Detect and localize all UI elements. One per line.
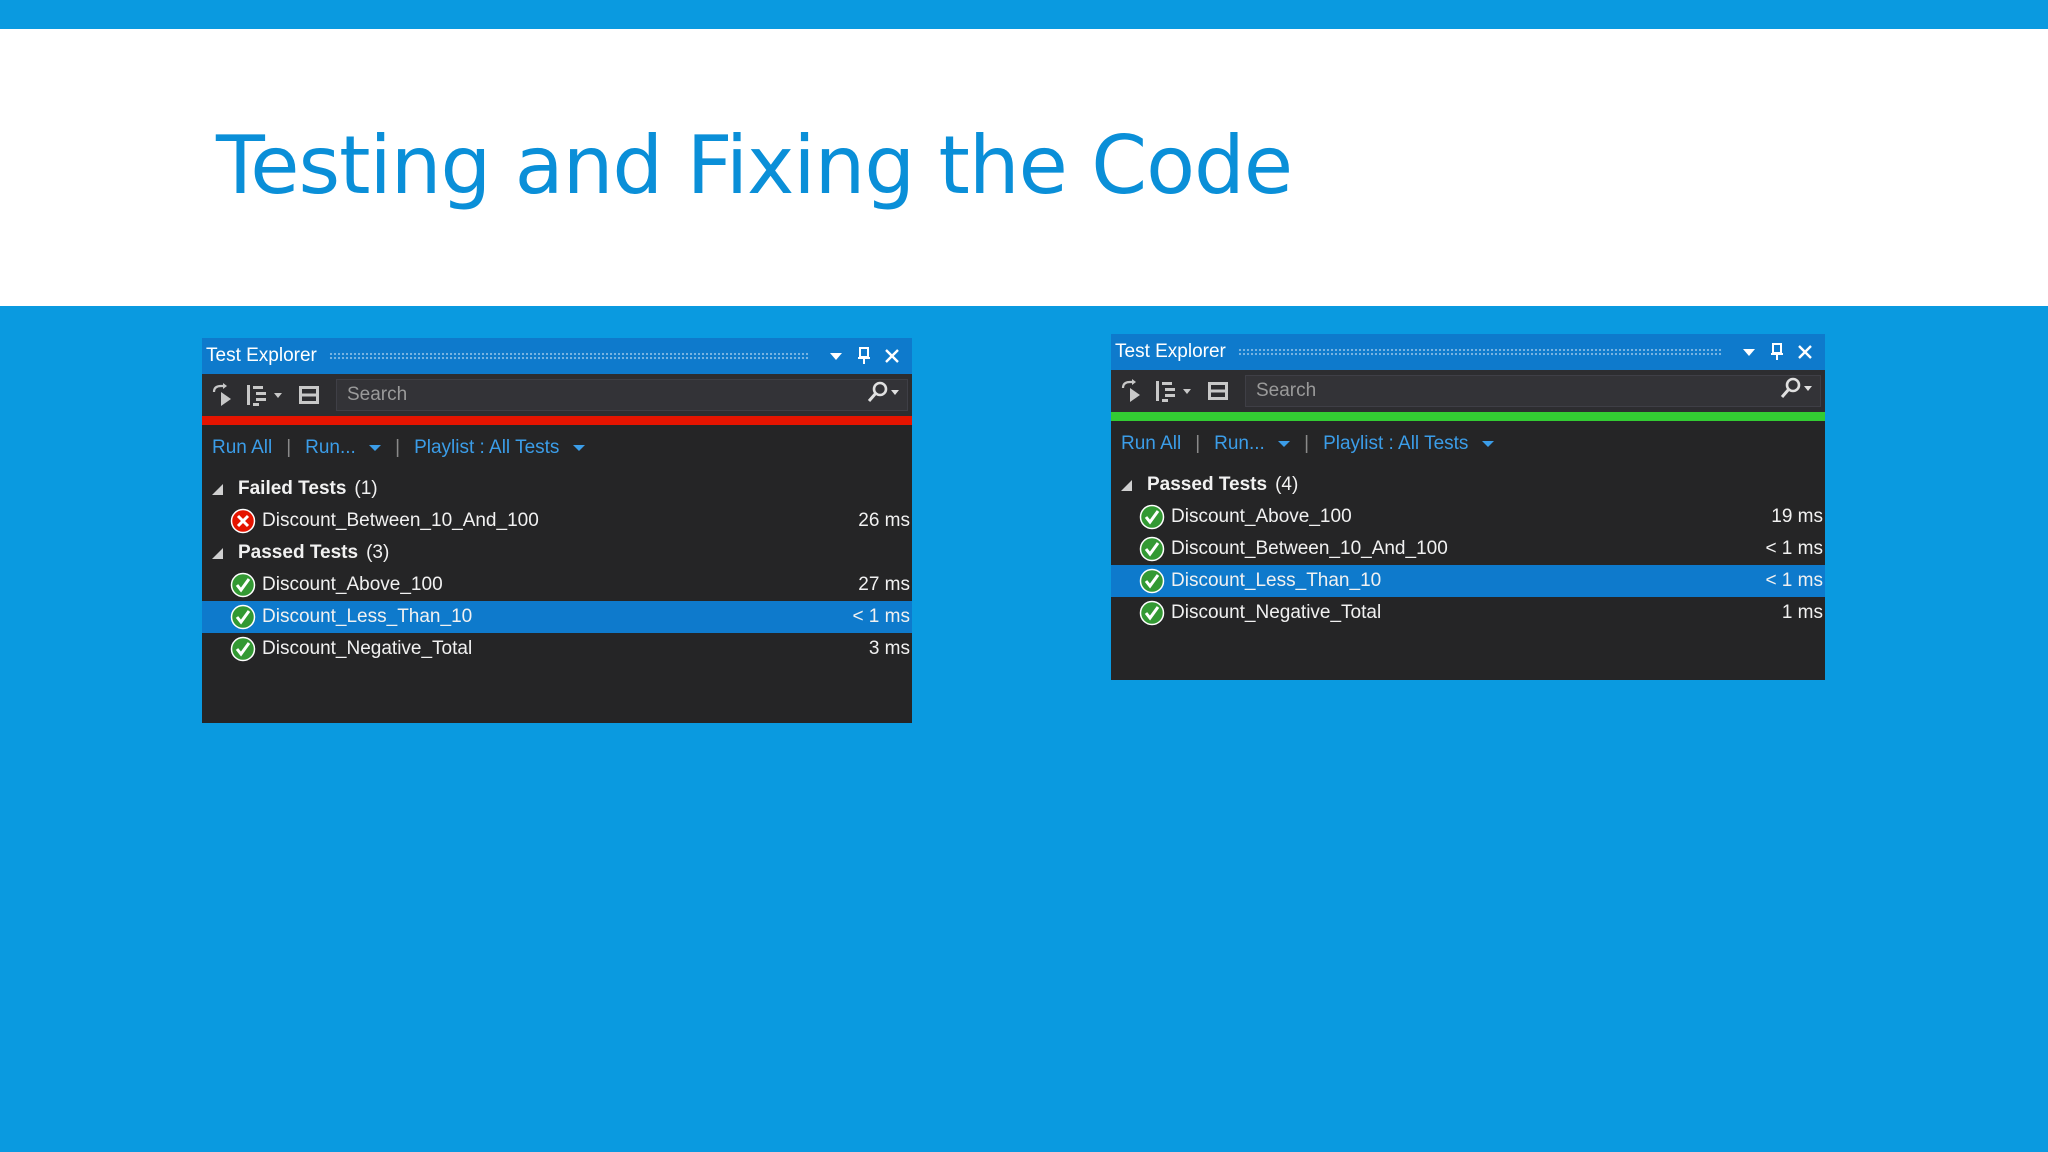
search-box[interactable] [336,379,908,411]
passed-check-icon [1139,568,1165,594]
test-duration: 19 ms [1771,506,1823,527]
group-passed-tests[interactable]: Passed Tests (3) [202,537,912,569]
panel-title: Test Explorer [1115,341,1226,362]
playlist-dropdown[interactable]: Playlist : All Tests [1323,433,1494,455]
run-dropdown[interactable]: Run... [305,437,382,459]
search-icon[interactable] [867,381,901,409]
separator: | [1304,433,1310,454]
separator: | [286,437,292,458]
group-name: Passed Tests [1147,474,1268,495]
test-row[interactable]: Discount_Above_100 27 ms [202,569,912,601]
test-explorer-left: Test Explorer Run All | [202,338,912,723]
search-input[interactable] [345,383,867,407]
passed-check-icon [1139,600,1165,626]
action-links: Run All | Run... | Playlist : All Tests [1111,421,1825,467]
group-passed-tests[interactable]: Passed Tests (4) [1111,469,1825,501]
group-count: (3) [366,542,390,563]
test-name: Discount_Less_Than_10 [262,606,473,627]
group-count: (4) [1275,474,1299,495]
group-name: Passed Tests [238,542,359,563]
group-name: Failed Tests [238,478,347,499]
panel-title: Test Explorer [206,345,317,366]
titlebar-grip[interactable] [1237,348,1723,356]
dropdown-arrow-icon[interactable] [1735,338,1763,366]
chevron-down-icon [1278,440,1291,447]
failed-x-icon [230,508,256,534]
test-row[interactable]: Discount_Negative_Total 3 ms [202,633,912,665]
test-name: Discount_Negative_Total [1171,602,1382,623]
test-name: Discount_Between_10_And_100 [1171,538,1448,559]
run-all-link[interactable]: Run All [1121,433,1181,455]
test-row[interactable]: Discount_Between_10_And_100 < 1 ms [1111,533,1825,565]
passed-check-icon [230,572,256,598]
run-tests-icon[interactable] [208,380,238,410]
playlist-dropdown-label: Playlist : All Tests [1323,433,1469,454]
test-name: Discount_Between_10_And_100 [262,510,539,531]
run-dropdown[interactable]: Run... [1214,433,1291,455]
status-bar-passed [1111,412,1825,421]
test-explorer-right: Test Explorer Run All | [1111,334,1825,680]
status-bar-failed [202,416,912,425]
group-failed-tests[interactable]: Failed Tests (1) [202,473,912,505]
playlist-dropdown[interactable]: Playlist : All Tests [414,437,585,459]
panel-toolbar [1111,370,1825,412]
run-dropdown-label: Run... [1214,433,1265,454]
close-icon[interactable] [1791,338,1819,366]
test-name: Discount_Above_100 [1171,506,1352,527]
search-icon[interactable] [1780,377,1814,405]
run-all-link[interactable]: Run All [212,437,272,459]
group-by-icon[interactable] [1153,376,1197,406]
pin-icon[interactable] [850,342,878,370]
test-tree: Failed Tests (1) Discount_Between_10_And… [202,471,912,665]
test-tree: Passed Tests (4) Discount_Above_100 19 m… [1111,467,1825,629]
test-name: Discount_Negative_Total [262,638,473,659]
chevron-down-icon [1481,440,1494,447]
slide-title: Testing and Fixing the Code [216,119,1293,212]
test-duration: 26 ms [858,510,910,531]
titlebar-grip[interactable] [328,352,810,360]
chevron-down-icon [572,444,585,451]
test-duration: 1 ms [1781,602,1823,623]
test-row-selected[interactable]: Discount_Less_Than_10 < 1 ms [1111,565,1825,597]
run-dropdown-label: Run... [305,437,356,458]
search-box[interactable] [1245,375,1821,407]
test-name: Discount_Above_100 [262,574,443,595]
close-icon[interactable] [878,342,906,370]
test-row-selected[interactable]: Discount_Less_Than_10 < 1 ms [202,601,912,633]
search-input[interactable] [1254,379,1780,403]
test-duration: < 1 ms [1765,538,1823,559]
run-tests-icon[interactable] [1117,376,1147,406]
dropdown-arrow-icon[interactable] [822,342,850,370]
playlist-dropdown-label: Playlist : All Tests [414,437,560,458]
collapse-triangle-icon[interactable] [1119,478,1133,492]
test-name: Discount_Less_Than_10 [1171,570,1382,591]
separator: | [395,437,401,458]
collapse-triangle-icon[interactable] [210,482,224,496]
slide-top-strip [0,0,2048,29]
test-duration: < 1 ms [1765,570,1823,591]
test-row[interactable]: Discount_Between_10_And_100 26 ms [202,505,912,537]
columns-icon[interactable] [1203,376,1233,406]
passed-check-icon [230,604,256,630]
separator: | [1195,433,1201,454]
passed-check-icon [1139,536,1165,562]
chevron-down-icon [369,444,382,451]
pin-icon[interactable] [1763,338,1791,366]
passed-check-icon [1139,504,1165,530]
group-by-icon[interactable] [244,380,288,410]
test-duration: < 1 ms [852,606,910,627]
passed-check-icon [230,636,256,662]
collapse-triangle-icon[interactable] [210,546,224,560]
test-duration: 3 ms [868,638,910,659]
action-links: Run All | Run... | Playlist : All Tests [202,425,912,471]
test-row[interactable]: Discount_Negative_Total 1 ms [1111,597,1825,629]
panel-titlebar[interactable]: Test Explorer [1111,334,1825,370]
panel-toolbar [202,374,912,416]
test-row[interactable]: Discount_Above_100 19 ms [1111,501,1825,533]
panel-titlebar[interactable]: Test Explorer [202,338,912,374]
group-count: (1) [354,478,378,499]
columns-icon[interactable] [294,380,324,410]
test-duration: 27 ms [858,574,910,595]
